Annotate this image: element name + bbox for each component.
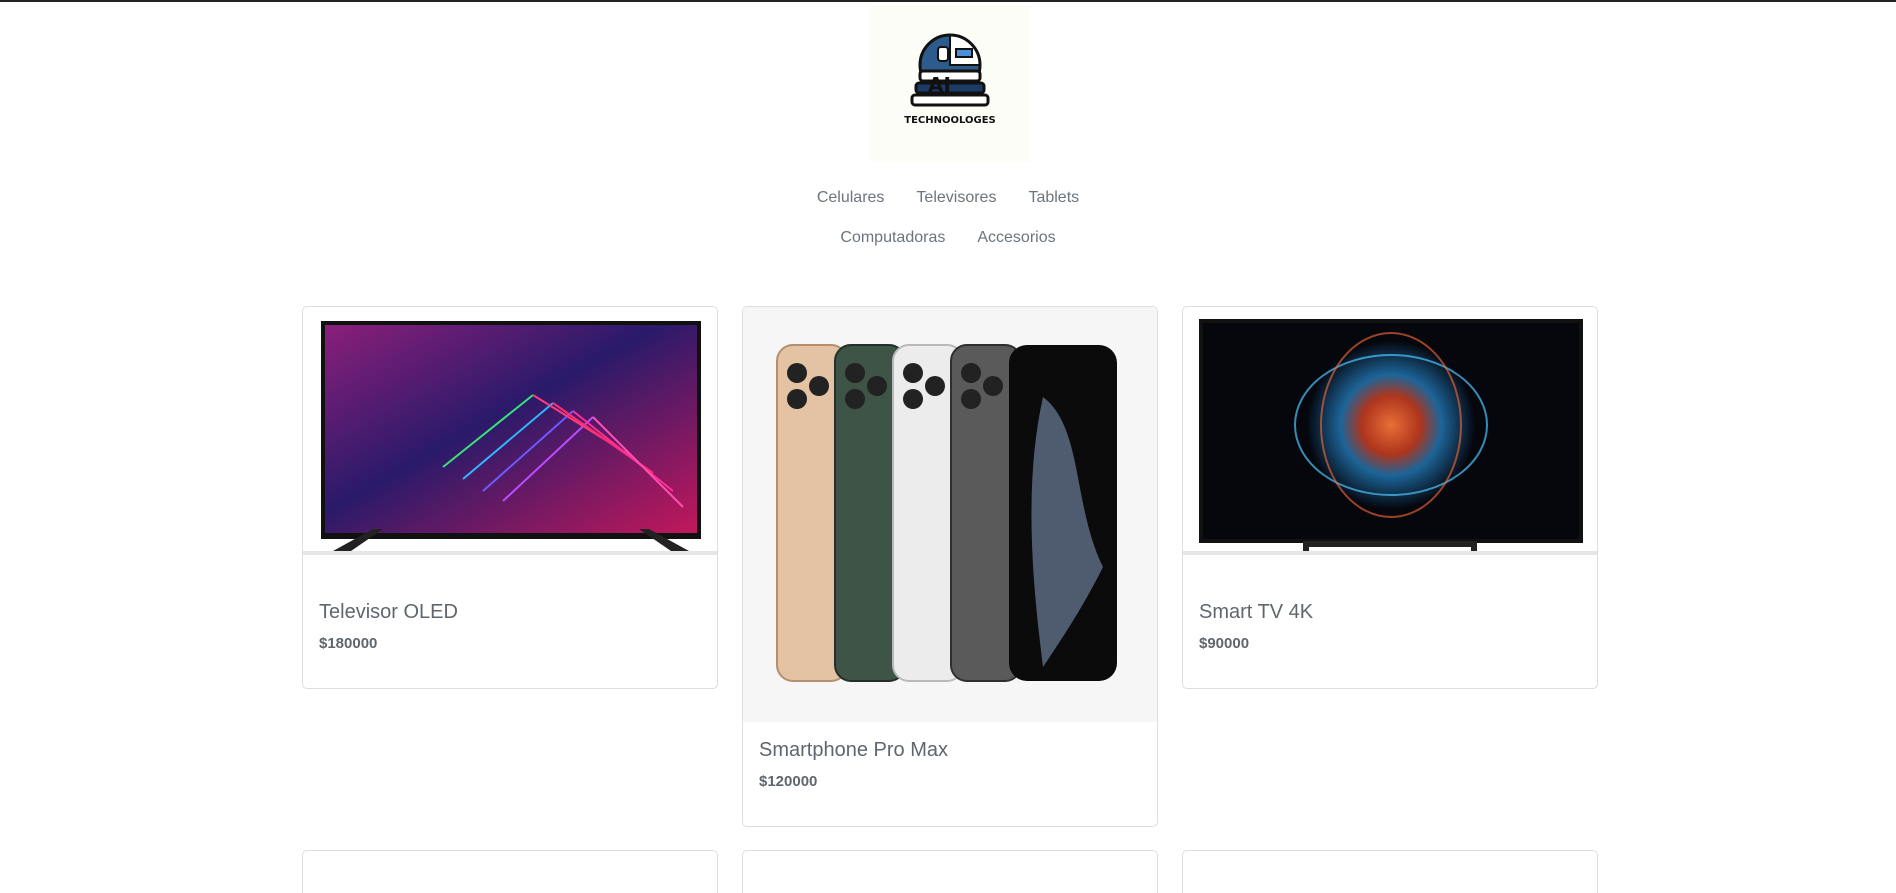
product-card[interactable] xyxy=(302,850,718,893)
product-card[interactable] xyxy=(1182,850,1598,893)
product-card[interactable] xyxy=(742,850,1158,893)
product-title: Smartphone Pro Max xyxy=(759,739,948,761)
nav-link-celulares[interactable]: Celulares xyxy=(817,188,885,208)
top-border xyxy=(0,0,1896,2)
nav-link-accesorios[interactable]: Accesorios xyxy=(977,228,1055,248)
product-price: $120000 xyxy=(759,773,818,790)
product-card[interactable]: Smartphone Pro Max $120000 xyxy=(742,306,1158,827)
product-card[interactable]: Televisor OLED $180000 xyxy=(302,306,718,689)
smartphones-image xyxy=(743,307,1157,722)
svg-text:AI: AI xyxy=(928,73,951,97)
category-nav-row-1: Celulares Televisores Tablets xyxy=(0,188,1896,208)
logo-image: AI TECHNOOLOGES xyxy=(904,33,996,126)
logo-text: TECHNOOLOGES xyxy=(904,115,996,126)
product-card[interactable]: Smart TV 4K $90000 xyxy=(1182,306,1598,689)
product-price: $180000 xyxy=(319,635,378,652)
tv-neon-lines-image xyxy=(303,321,717,555)
nav-link-computadoras[interactable]: Computadoras xyxy=(840,228,945,248)
nav-link-televisores[interactable]: Televisores xyxy=(916,188,996,208)
product-title: Televisor OLED xyxy=(319,601,458,623)
nav-link-tablets[interactable]: Tablets xyxy=(1028,188,1079,208)
product-price: $90000 xyxy=(1199,635,1250,652)
site-logo[interactable]: AI TECHNOOLOGES xyxy=(870,6,1030,162)
category-nav-row-2: Computadoras Accesorios xyxy=(0,228,1896,248)
product-title: Smart TV 4K xyxy=(1199,601,1314,623)
tv-orb-image xyxy=(1183,319,1597,555)
